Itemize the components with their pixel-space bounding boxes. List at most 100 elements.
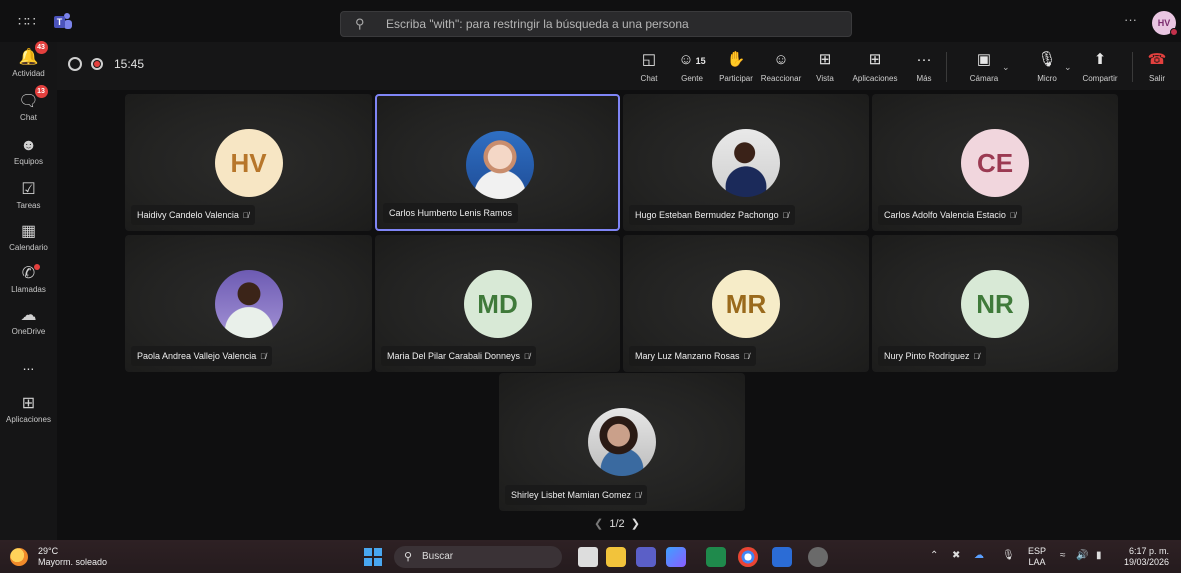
prev-page-icon[interactable]: ❮ bbox=[594, 518, 603, 530]
mic-tray-icon[interactable]: 🎙 bbox=[1002, 550, 1015, 561]
mic-muted-icon: 🎙̸ bbox=[743, 352, 750, 361]
camera-label: Cámara bbox=[969, 74, 999, 83]
volume-icon[interactable]: 🔊 bbox=[1076, 550, 1088, 561]
participant-name: Shirley Lisbet Mamian Gomez bbox=[511, 490, 632, 500]
user-avatar[interactable]: HV bbox=[1152, 11, 1178, 36]
participants-count: 15 bbox=[695, 56, 706, 66]
rail-item-tareas[interactable]: ☑ Tareas bbox=[0, 180, 57, 210]
participant-name-tag: Carlos Humberto Lenis Ramos bbox=[383, 203, 519, 223]
share-button[interactable]: ⬆ Compartir bbox=[1076, 50, 1124, 83]
rail-item-calendario[interactable]: ▦ Calendario bbox=[0, 222, 57, 252]
participant-name-tag: Shirley Lisbet Mamian Gomez 🎙̸ bbox=[505, 485, 648, 505]
participant-tile[interactable]: Shirley Lisbet Mamian Gomez 🎙̸ bbox=[499, 373, 745, 511]
leave-label: Salir bbox=[1148, 74, 1165, 83]
mic-button[interactable]: 🎙 Micro ⌄ bbox=[1022, 50, 1072, 83]
battery-icon[interactable]: ▮ bbox=[1096, 550, 1102, 561]
participant-name-tag: Hugo Esteban Bermudez Pachongo 🎙̸ bbox=[629, 205, 795, 225]
app-launcher-icon[interactable]: ∷∷ bbox=[18, 13, 36, 29]
search-input[interactable]: ⚲ Escriba "with": para restringir la bús… bbox=[340, 11, 852, 37]
participant-tile[interactable]: Hugo Esteban Bermudez Pachongo 🎙̸ bbox=[623, 94, 869, 231]
wifi-icon[interactable]: ≈ bbox=[1060, 550, 1066, 561]
teams-app-icon[interactable] bbox=[636, 547, 656, 567]
view-button[interactable]: ⊞ Vista bbox=[812, 50, 838, 83]
tray-app-icon[interactable]: ✖ bbox=[952, 550, 960, 561]
weather-widget[interactable]: 29°C Mayorm. soleado bbox=[38, 546, 107, 568]
excel-icon[interactable] bbox=[706, 547, 726, 567]
rail-label: Equipos bbox=[14, 157, 43, 166]
lang-primary: ESP bbox=[1028, 546, 1047, 556]
onedrive-tray-icon[interactable]: ☁ bbox=[974, 550, 984, 561]
leave-button[interactable]: ☎ Salir bbox=[1142, 50, 1172, 83]
more-button[interactable]: ··· Más bbox=[912, 50, 936, 83]
chevron-down-icon[interactable]: ⌄ bbox=[1002, 62, 1010, 73]
more-options-icon[interactable]: ··· bbox=[1124, 12, 1137, 27]
rail-label: Tareas bbox=[16, 201, 41, 210]
hand-icon: ✋ bbox=[726, 51, 746, 68]
language-indicator[interactable]: ESP LAA bbox=[1028, 546, 1046, 568]
add-icon: ⊞ bbox=[868, 51, 882, 68]
system-clock[interactable]: 6:17 p. m. 19/03/2026 bbox=[1124, 546, 1169, 568]
people-button[interactable]: ☺ 15 Gente bbox=[674, 50, 710, 83]
chat-label: Chat bbox=[640, 74, 658, 83]
task-view-icon[interactable] bbox=[578, 547, 598, 567]
tasks-icon: ☑ bbox=[21, 181, 36, 198]
participant-tile[interactable]: Carlos Humberto Lenis Ramos bbox=[375, 94, 620, 231]
participant-initials-avatar: CE bbox=[961, 129, 1029, 197]
temperature: 29°C bbox=[38, 546, 59, 556]
participant-name: Hugo Esteban Bermudez Pachongo bbox=[635, 210, 779, 220]
chat-button[interactable]: ◱ Chat bbox=[636, 50, 662, 83]
gallery-pager[interactable]: ❮ 1/2 ❯ bbox=[594, 517, 640, 530]
participant-tile[interactable]: HV Haidivy Candelo Valencia 🎙̸ bbox=[125, 94, 372, 231]
recorder-icon[interactable] bbox=[808, 547, 828, 567]
participant-photo bbox=[214, 270, 283, 338]
participant-tile[interactable]: NR Nury Pinto Rodriguez 🎙̸ bbox=[872, 235, 1118, 372]
participant-name-tag: Maria Del Pilar Carabali Donneys 🎙̸ bbox=[381, 346, 537, 366]
participant-tile[interactable]: Paola Andrea Vallejo Valencia 🎙̸ bbox=[125, 235, 372, 372]
file-explorer-icon[interactable] bbox=[606, 547, 626, 567]
copilot-icon[interactable] bbox=[666, 547, 686, 567]
participant-photo bbox=[465, 131, 534, 199]
participant-tile[interactable]: CE Carlos Adolfo Valencia Estacio 🎙̸ bbox=[872, 94, 1118, 231]
participant-name: Paola Andrea Vallejo Valencia bbox=[137, 351, 257, 361]
rail-item-actividad[interactable]: 🔔 43 Actividad bbox=[0, 41, 57, 78]
participant-initials-avatar: MR bbox=[712, 270, 780, 338]
mic-muted-icon: 🎙̸ bbox=[524, 352, 531, 361]
rail-item-llamadas[interactable]: ✆ Llamadas bbox=[0, 264, 57, 294]
rail-item-onedrive[interactable]: ☁ OneDrive bbox=[0, 306, 57, 336]
participant-tile[interactable]: MD Maria Del Pilar Carabali Donneys 🎙̸ bbox=[375, 235, 620, 372]
next-page-icon[interactable]: ❯ bbox=[631, 518, 640, 530]
rail-label: Calendario bbox=[9, 243, 48, 252]
clock-date: 19/03/2026 bbox=[1124, 557, 1170, 567]
mic-muted-icon: 🎙̸ bbox=[635, 491, 642, 500]
camera-button[interactable]: ▣ Cámara ⌄ bbox=[958, 50, 1010, 83]
divider bbox=[946, 52, 947, 82]
participant-tile[interactable]: MR Mary Luz Manzano Rosas 🎙̸ bbox=[623, 235, 869, 372]
participant-name: Mary Luz Manzano Rosas bbox=[635, 351, 740, 361]
ellipsis-icon: ··· bbox=[916, 51, 932, 68]
avatar-initials: HV bbox=[1157, 18, 1171, 28]
participant-initials-avatar: NR bbox=[961, 270, 1029, 338]
calls-dot bbox=[33, 264, 40, 270]
chrome-icon[interactable] bbox=[738, 547, 758, 567]
participant-name-tag: Nury Pinto Rodriguez 🎙̸ bbox=[878, 346, 986, 366]
cloud-icon: ☁ bbox=[20, 307, 37, 324]
share-icon: ⬆ bbox=[1093, 51, 1107, 68]
react-button[interactable]: ☺ Reaccionar bbox=[758, 50, 804, 83]
windows-start-icon[interactable] bbox=[364, 548, 382, 566]
word-icon[interactable] bbox=[772, 547, 792, 567]
apps-button[interactable]: ⊞ Aplicaciones bbox=[848, 50, 902, 83]
taskbar-search[interactable]: ⚲ Buscar bbox=[394, 546, 562, 568]
rail-item-chat[interactable]: 🗨 13 Chat bbox=[0, 85, 57, 122]
clock-time: 6:17 p. m. bbox=[1129, 546, 1170, 556]
weather-icon[interactable] bbox=[10, 548, 28, 566]
weather-description: Mayorm. soleado bbox=[38, 557, 108, 567]
chat-badge: 13 bbox=[34, 85, 48, 98]
raise-hand-button[interactable]: ✋ Participar bbox=[716, 50, 756, 83]
chevron-down-icon[interactable]: ⌄ bbox=[1064, 62, 1072, 73]
taskbar-search-label: Buscar bbox=[422, 551, 454, 562]
rail-item-more[interactable]: ... bbox=[0, 356, 57, 373]
chevron-up-icon[interactable]: ⌃ bbox=[930, 550, 938, 561]
rail-item-aplicaciones[interactable]: ⊞ Aplicaciones bbox=[0, 394, 57, 424]
rail-item-equipos[interactable]: ☻ Equipos bbox=[0, 136, 57, 166]
meeting-toolbar bbox=[57, 42, 1181, 90]
